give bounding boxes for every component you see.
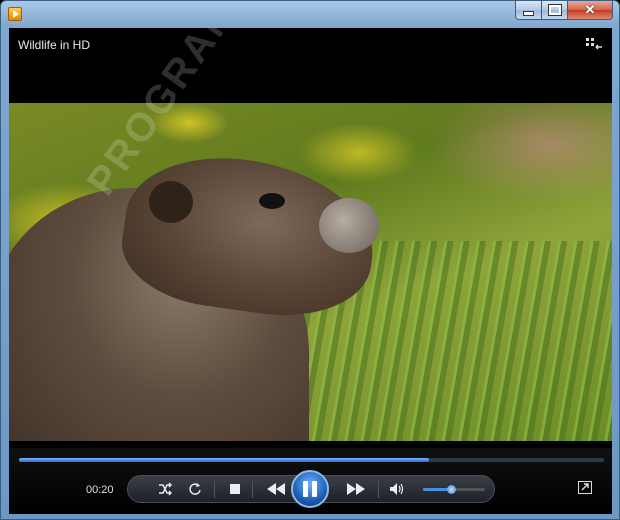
separator [214, 481, 215, 498]
stop-button[interactable] [224, 478, 246, 500]
pause-button[interactable] [291, 470, 329, 508]
media-player-icon[interactable] [8, 7, 22, 21]
player-area[interactable]: Wildlife in HD 00:20 [9, 28, 612, 514]
volume-slider[interactable] [423, 485, 485, 494]
separator [252, 481, 253, 498]
elapsed-time: 00:20 [86, 484, 114, 496]
close-icon: ✕ [584, 2, 596, 17]
seek-progress [19, 458, 429, 462]
pause-icon [303, 481, 308, 497]
pause-icon [312, 481, 317, 497]
fast-forward-button[interactable] [342, 478, 370, 500]
repeat-icon [189, 483, 201, 495]
playback-controls: 00:20 [9, 448, 612, 514]
maximize-button[interactable] [542, 1, 568, 20]
fast-forward-icon [347, 483, 365, 495]
close-button[interactable]: ✕ [568, 1, 613, 20]
caption-buttons: ✕ [515, 1, 613, 21]
marmot-eye [259, 193, 285, 209]
stop-icon [230, 484, 240, 494]
minimize-button[interactable] [515, 1, 542, 20]
rewind-button[interactable] [262, 478, 290, 500]
minimize-icon [523, 11, 534, 16]
volume-icon [390, 483, 404, 495]
volume-handle[interactable] [446, 485, 456, 494]
title-bar[interactable]: ✕ [1, 1, 619, 27]
repeat-button[interactable] [184, 478, 206, 500]
maximize-icon [547, 4, 562, 16]
fullscreen-icon[interactable] [578, 481, 592, 494]
media-player-window: ✕ Wildlife in HD 00:20 [0, 0, 620, 520]
video-title: Wildlife in HD [18, 38, 91, 52]
marmot-snout [319, 198, 379, 253]
shuffle-button[interactable] [154, 478, 176, 500]
separator [378, 481, 379, 498]
marmot-ear [149, 181, 193, 223]
switch-to-library-icon[interactable] [586, 38, 602, 52]
shuffle-icon [159, 482, 172, 496]
rewind-icon [267, 483, 285, 495]
seek-bar[interactable] [19, 458, 604, 462]
video-frame[interactable] [9, 103, 612, 441]
mute-button[interactable] [386, 478, 408, 500]
